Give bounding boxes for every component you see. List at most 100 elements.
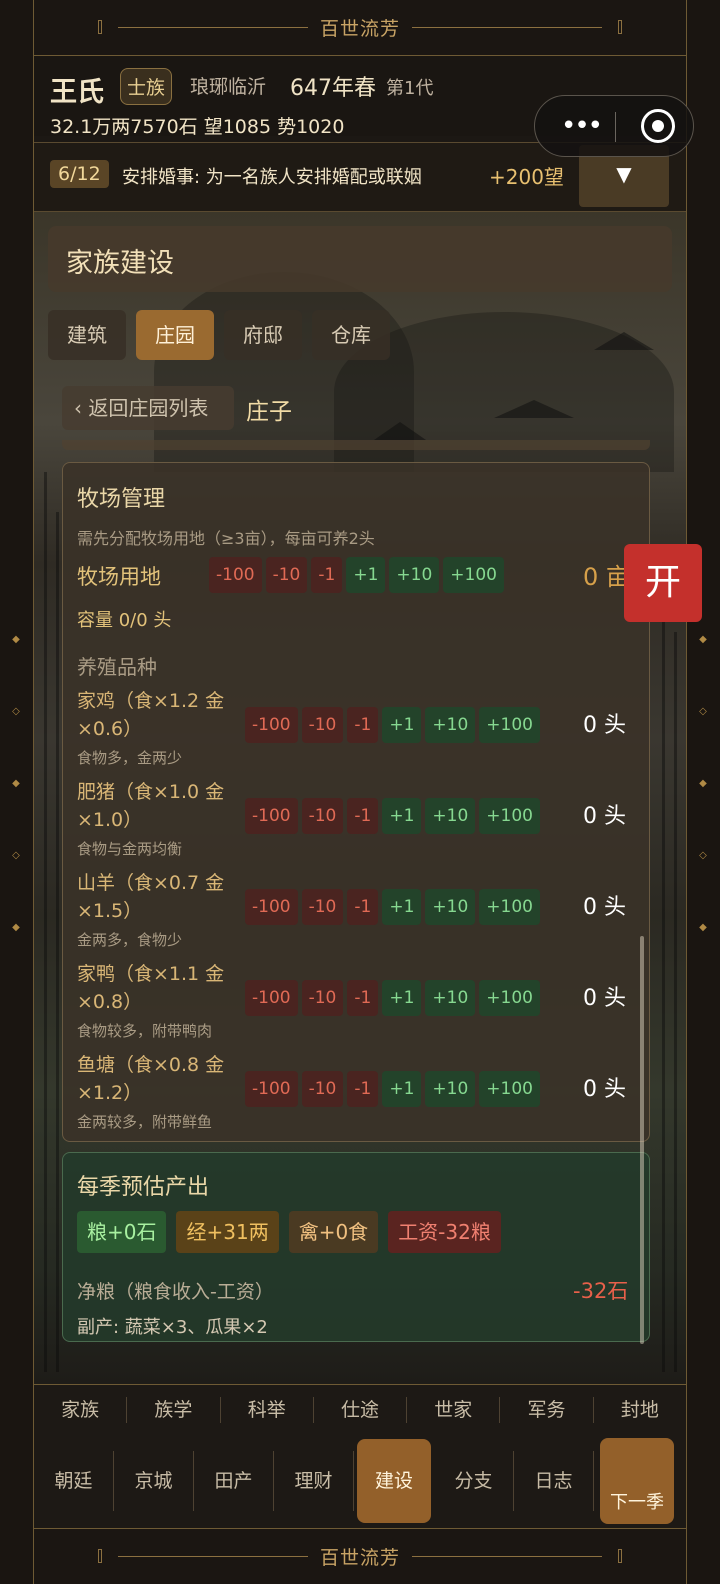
breed-count: 0 头 — [583, 1077, 626, 1102]
right-border: ◆ ◇ ◆ ◇ ◆ — [686, 0, 720, 1584]
breed-name: 家鸭（食×1.1 金×0.8） — [77, 963, 225, 1013]
secondary-nav: 朝廷 京城 田产 理财 建设 分支 日志 下一季 — [34, 1434, 686, 1528]
nav-exam[interactable]: 科举 — [221, 1396, 314, 1423]
tab-mansion[interactable]: 府邸 — [224, 310, 302, 360]
current-year: 647年春 — [290, 76, 376, 101]
triangle-down-icon: ▼ — [616, 162, 632, 186]
ranch-capacity: 容量 0/0 头 — [77, 610, 172, 631]
net-grain-label: 净粮（粮食收入-工资） — [77, 1281, 274, 1303]
breed-minus-10-button[interactable]: -10 — [301, 1071, 344, 1107]
land-plus-100-button[interactable]: +100 — [443, 557, 504, 593]
ranch-note: 需先分配牧场用地（≥3亩），每亩可养2头 — [77, 529, 375, 548]
breed-count: 0 头 — [583, 804, 626, 829]
breed-plus-10-button[interactable]: +10 — [425, 1071, 476, 1107]
scrollbar[interactable] — [640, 936, 644, 1344]
task-progress: 6/12 — [50, 160, 109, 188]
breed-plus-10-button[interactable]: +10 — [425, 889, 476, 925]
tab-buildings[interactable]: 建筑 — [48, 310, 126, 360]
breed-minus-100-button[interactable]: -100 — [245, 798, 298, 834]
nav-farmland[interactable]: 田产 — [194, 1451, 274, 1511]
nav-military[interactable]: 军务 — [500, 1396, 594, 1423]
breed-adjust-buttons: -100 -10 -1 +1 +10 +100 — [245, 798, 540, 834]
diamond-outline-icon: ◇ — [12, 706, 20, 717]
banner-title: 百世流芳 — [319, 18, 400, 40]
breed-plus-1-button[interactable]: +1 — [382, 1071, 422, 1107]
breed-plus-1-button[interactable]: +1 — [382, 707, 422, 743]
nav-log[interactable]: 日志 — [514, 1451, 594, 1511]
land-minus-1-button[interactable]: -1 — [311, 557, 343, 593]
breed-desc: 食物较多，附带鸭肉 — [77, 1022, 213, 1040]
tab-warehouse[interactable]: 仓库 — [312, 310, 390, 360]
breed-plus-100-button[interactable]: +100 — [479, 798, 540, 834]
nav-fief[interactable]: 封地 — [594, 1397, 686, 1423]
banner-line — [97, 20, 308, 34]
diamond-outline-icon: ◇ — [699, 850, 707, 861]
breed-plus-1-button[interactable]: +1 — [382, 980, 422, 1016]
land-plus-1-button[interactable]: +1 — [346, 557, 386, 593]
breed-minus-100-button[interactable]: -100 — [245, 889, 298, 925]
breed-count: 0 头 — [583, 895, 626, 920]
tab-estate[interactable]: 庄园 — [136, 310, 214, 360]
breed-adjust-buttons: -100 -10 -1 +1 +10 +100 — [245, 980, 540, 1016]
breed-plus-10-button[interactable]: +10 — [425, 707, 476, 743]
breed-name: 山羊（食×0.7 金×1.5） — [77, 872, 225, 922]
seasonal-output-card: 每季预估产出 粮+0石 经+31两 禽+0食 工资-32粮 净粮（粮食收入-工资… — [62, 1152, 650, 1342]
breed-minus-10-button[interactable]: -10 — [301, 707, 344, 743]
breed-plus-10-button[interactable]: +10 — [425, 980, 476, 1016]
breed-count: 0 头 — [583, 986, 626, 1011]
grain-output-badge: 粮+0石 — [77, 1211, 167, 1253]
land-plus-10-button[interactable]: +10 — [389, 557, 440, 593]
diamond-ornament-icon: ◆ — [12, 778, 20, 789]
banner-line — [412, 1549, 622, 1563]
breed-minus-1-button[interactable]: -1 — [347, 798, 379, 834]
close-target-icon[interactable] — [641, 109, 675, 143]
breed-minus-100-button[interactable]: -100 — [245, 980, 298, 1016]
breed-adjust-buttons: -100 -10 -1 +1 +10 +100 — [245, 889, 540, 925]
breed-minus-10-button[interactable]: -10 — [301, 798, 344, 834]
left-border: ◆ ◇ ◆ ◇ ◆ — [0, 0, 34, 1584]
breed-minus-1-button[interactable]: -1 — [347, 980, 379, 1016]
nav-court[interactable]: 朝廷 — [34, 1451, 114, 1511]
breed-plus-10-button[interactable]: +10 — [425, 798, 476, 834]
breed-minus-1-button[interactable]: -1 — [347, 707, 379, 743]
breed-plus-100-button[interactable]: +100 — [479, 980, 540, 1016]
land-minus-100-button[interactable]: -100 — [209, 557, 262, 593]
breed-plus-100-button[interactable]: +100 — [479, 707, 540, 743]
wage-cost-badge: 工资-32粮 — [388, 1211, 501, 1253]
breed-plus-100-button[interactable]: +100 — [479, 1071, 540, 1107]
breed-desc: 金两较多，附带鲜鱼 — [77, 1113, 213, 1131]
nav-clan[interactable]: 家族 — [34, 1396, 128, 1423]
breed-desc: 食物与金两均衡 — [77, 840, 183, 858]
task-text: 安排婚事: 为一名族人安排婚配或联姻 — [122, 167, 422, 188]
breed-minus-10-button[interactable]: -10 — [301, 980, 344, 1016]
breed-plus-100-button[interactable]: +100 — [479, 889, 540, 925]
breed-plus-1-button[interactable]: +1 — [382, 798, 422, 834]
diamond-ornament-icon: ◆ — [699, 634, 707, 645]
breed-minus-100-button[interactable]: -100 — [245, 707, 298, 743]
breed-minus-1-button[interactable]: -1 — [347, 889, 379, 925]
nav-finance[interactable]: 理财 — [274, 1451, 354, 1511]
breed-desc: 金两多，食物少 — [77, 931, 183, 949]
nav-career[interactable]: 仕途 — [314, 1396, 408, 1423]
nav-construction[interactable]: 建设 — [357, 1439, 431, 1523]
construction-tabs: 建筑 庄园 府邸 仓库 — [48, 310, 390, 360]
more-menu-icon[interactable]: ••• — [555, 106, 607, 146]
land-minus-10-button[interactable]: -10 — [265, 557, 308, 593]
next-season-button[interactable]: 下一季 — [600, 1438, 674, 1524]
breed-plus-1-button[interactable]: +1 — [382, 889, 422, 925]
open-float-button[interactable]: 开 — [624, 544, 702, 622]
byproduct-text: 副产: 蔬菜×3、瓜果×2 — [77, 1317, 268, 1338]
breed-minus-100-button[interactable]: -100 — [245, 1071, 298, 1107]
nav-families[interactable]: 世家 — [407, 1396, 501, 1423]
back-to-estate-list-button[interactable]: ‹ 返回庄园列表 — [62, 386, 234, 430]
nav-capital[interactable]: 京城 — [114, 1451, 194, 1511]
section-header: 家族建设 — [48, 226, 672, 292]
estate-name: 庄子 — [246, 399, 292, 425]
breed-minus-10-button[interactable]: -10 — [301, 889, 344, 925]
nav-branches[interactable]: 分支 — [434, 1451, 514, 1511]
nav-school[interactable]: 族学 — [127, 1396, 221, 1423]
breed-minus-1-button[interactable]: -1 — [347, 1071, 379, 1107]
banner-line — [412, 20, 622, 34]
diamond-ornament-icon: ◆ — [12, 922, 20, 933]
generation: 第1代 — [386, 78, 434, 99]
